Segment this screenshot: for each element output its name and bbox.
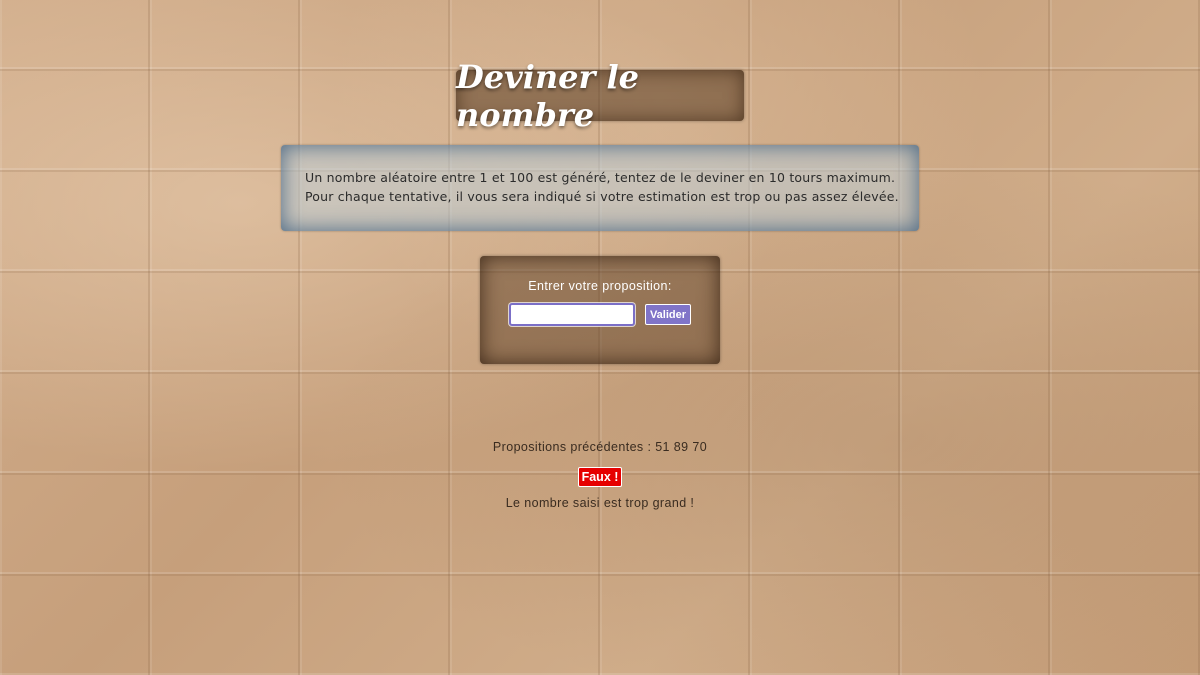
guess-row: Valider xyxy=(480,303,720,326)
page-title: Deviner le nombre xyxy=(456,57,639,134)
guess-input[interactable] xyxy=(508,303,635,326)
guess-label: Entrer votre proposition: xyxy=(528,279,672,293)
instructions-panel: Un nombre aléatoire entre 1 et 100 est g… xyxy=(281,145,919,231)
status-badge: Faux ! xyxy=(577,467,623,487)
instructions-line-1: Un nombre aléatoire entre 1 et 100 est g… xyxy=(305,170,896,185)
previous-guesses: Propositions précédentes : 51 89 70 xyxy=(492,440,708,454)
submit-button[interactable]: Valider xyxy=(644,304,692,325)
results-section: Propositions précédentes : 51 89 70 Faux… xyxy=(0,440,1200,510)
hint-message: Le nombre saisi est trop grand ! xyxy=(505,496,695,510)
instructions-line-2: Pour chaque tentative, il vous sera indi… xyxy=(305,189,899,204)
title-panel: Deviner le nombre xyxy=(456,58,744,134)
guess-form: Entrer votre proposition: Valider xyxy=(480,256,720,364)
status-badge-wrapper: Faux ! xyxy=(0,466,1200,487)
